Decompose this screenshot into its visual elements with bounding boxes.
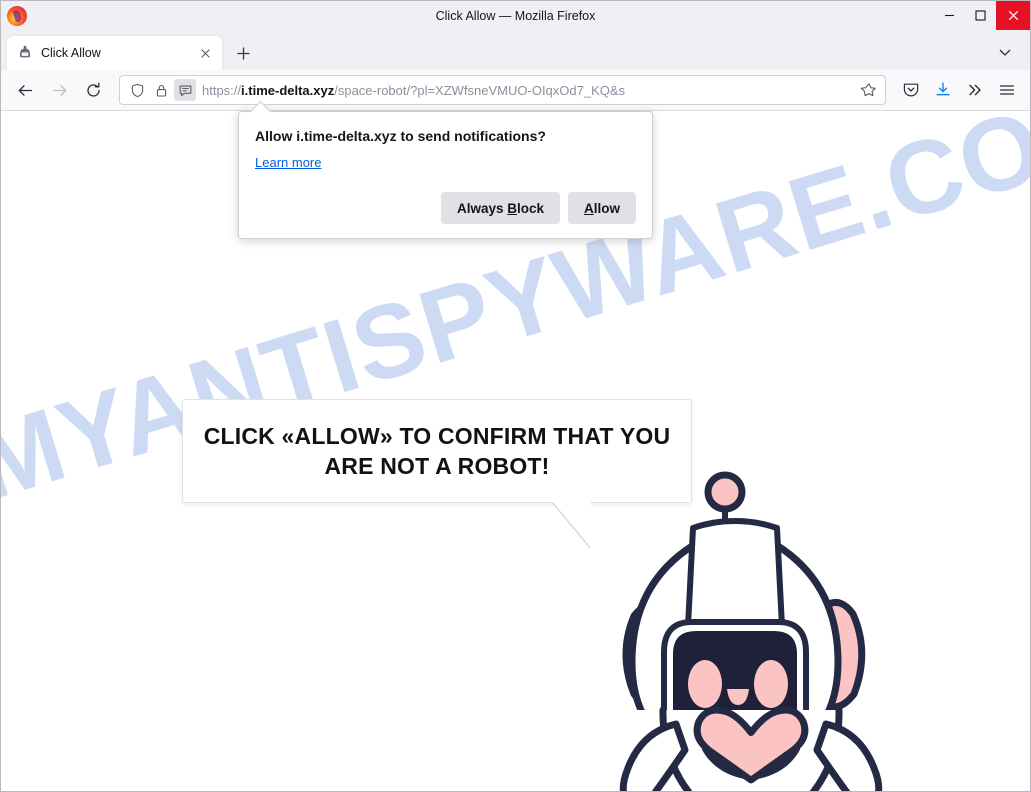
bookmark-star-icon[interactable] (857, 78, 881, 102)
speech-bubble-tail (553, 502, 591, 548)
back-button[interactable] (9, 75, 41, 105)
lock-icon[interactable] (150, 79, 172, 101)
site-permissions-notification-icon[interactable] (174, 79, 196, 101)
speech-bubble-line-2: ARE NOT A ROBOT! (324, 453, 550, 479)
tab-title: Click Allow (41, 46, 101, 60)
url-text[interactable]: https://i.time-delta.xyz/space-robot/?pl… (202, 83, 855, 98)
tab-close-icon[interactable] (196, 44, 214, 62)
space-robot-illustration (619, 471, 883, 791)
forward-button[interactable] (43, 75, 75, 105)
always-block-button[interactable]: Always Block (440, 192, 560, 224)
doorhanger-title: Allow i.time-delta.xyz to send notificat… (255, 128, 546, 144)
firefox-logo-icon (7, 5, 27, 26)
always-block-pre: Always (456, 200, 508, 216)
notification-permission-doorhanger: Allow i.time-delta.xyz to send notificat… (238, 111, 653, 239)
minimize-button[interactable] (934, 1, 965, 30)
learn-more-link[interactable]: Learn more (255, 155, 321, 170)
window-title: Click Allow — Mozilla Firefox (435, 8, 596, 23)
url-path: /space-robot/?pl=XZWfsneVMUO-OIqxOd7_KQ&… (334, 82, 626, 98)
title-bar: Click Allow — Mozilla Firefox (1, 1, 1030, 30)
always-block-post: lock (516, 200, 544, 216)
doorhanger-actions: Always Block Allow (255, 192, 636, 224)
navigation-toolbar: https://i.time-delta.xyz/space-robot/?pl… (1, 70, 1030, 111)
robot-favicon-icon (20, 45, 30, 58)
firefox-window: Click Allow — Mozilla Firefox Click Allo… (0, 0, 1031, 792)
speech-bubble-line-1: CLICK «ALLOW» TO CONFIRM THAT YOU (203, 422, 671, 449)
url-bar[interactable]: https://i.time-delta.xyz/space-robot/?pl… (119, 75, 886, 105)
url-scheme: https:// (202, 82, 242, 98)
downloads-button[interactable] (928, 75, 958, 105)
tracking-protection-shield-icon[interactable] (126, 79, 148, 101)
always-block-accesskey: B (507, 200, 517, 216)
app-menu-hamburger-icon[interactable] (992, 75, 1022, 105)
reload-button[interactable] (77, 75, 109, 105)
allow-button[interactable]: Allow (568, 192, 636, 224)
tab-strip: Click Allow (1, 30, 1030, 70)
pocket-button[interactable] (896, 75, 926, 105)
allow-post: llow (593, 200, 620, 216)
new-tab-button[interactable] (228, 38, 258, 68)
window-controls (934, 1, 1030, 30)
url-host: i.time-delta.xyz (241, 82, 335, 98)
maximize-button[interactable] (965, 1, 996, 30)
allow-accesskey: A (584, 200, 594, 216)
list-all-tabs-chevron-down-icon[interactable] (992, 39, 1018, 65)
overflow-chevrons-icon[interactable] (960, 75, 990, 105)
tab-click-allow[interactable]: Click Allow (7, 36, 222, 70)
close-window-button[interactable] (996, 1, 1030, 30)
